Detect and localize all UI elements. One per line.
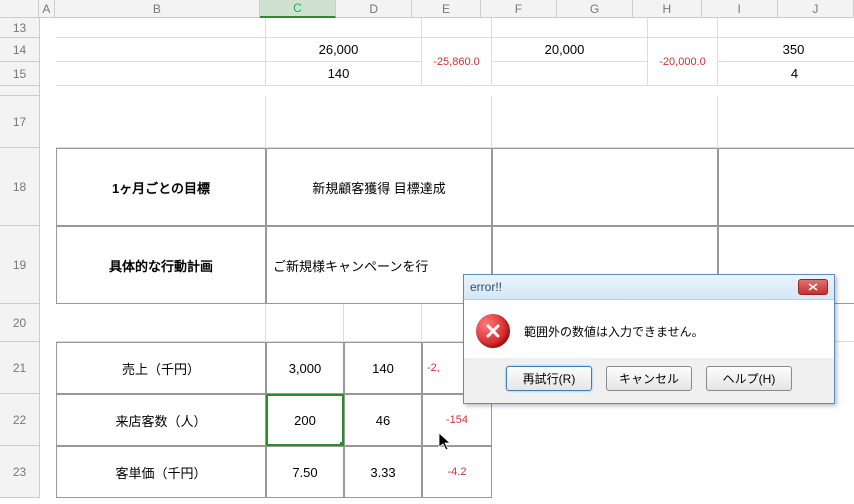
- action-plan-label: 具体的な行動計画: [56, 226, 266, 304]
- actual-lower[interactable]: [492, 62, 648, 86]
- retry-button[interactable]: 再試行(R): [506, 366, 592, 391]
- gap-row: [56, 86, 854, 96]
- row-col-corner[interactable]: [0, 0, 39, 18]
- dialog-message: 範囲外の数値は入力できません。: [524, 323, 704, 340]
- goal-lower[interactable]: 20,000: [492, 38, 648, 62]
- metric-sales-goal[interactable]: 3,000: [266, 342, 344, 394]
- row-22[interactable]: 22: [0, 394, 40, 446]
- col-J[interactable]: J: [778, 0, 854, 18]
- metric-unit-actual[interactable]: 3.33: [344, 446, 422, 498]
- diff-lower-value: -20,000.0: [659, 56, 705, 68]
- month-jul: 7月: [266, 96, 492, 148]
- dialog-buttons: 再試行(R) キャンセル ヘルプ(H): [464, 358, 834, 403]
- dialog-body: 範囲外の数値は入力できません。: [464, 300, 834, 358]
- row-23[interactable]: 23: [0, 446, 40, 498]
- actual-upper[interactable]: 140: [266, 62, 422, 86]
- col-E[interactable]: E: [412, 0, 480, 18]
- col-F[interactable]: F: [481, 0, 557, 18]
- dialog-title: error!!: [470, 280, 502, 294]
- row-19[interactable]: 19: [0, 226, 40, 304]
- col-B[interactable]: B: [55, 0, 260, 18]
- row-15[interactable]: 15: [0, 62, 40, 86]
- col-C[interactable]: C: [260, 0, 336, 18]
- header-sales-upper: 売上（上代）: [266, 18, 422, 38]
- cancel-button[interactable]: キャンセル: [606, 366, 692, 391]
- close-button[interactable]: [798, 279, 828, 295]
- col-G[interactable]: G: [557, 0, 633, 18]
- diff-upper-cell: -25,860.0: [422, 38, 492, 86]
- help-button[interactable]: ヘルプ(H): [706, 366, 792, 391]
- header-corner: [56, 18, 266, 38]
- diff-upper-value: -25,860.0: [433, 56, 479, 68]
- header-visitors: 来店客数: [718, 18, 854, 38]
- row-14[interactable]: 14: [0, 38, 40, 62]
- month-corner: [56, 96, 266, 148]
- col-H[interactable]: H: [633, 0, 701, 18]
- row-18[interactable]: 18: [0, 148, 40, 226]
- monthly-goal-label: 1ヶ月ごとの目標: [56, 148, 266, 226]
- monthly-goal-aug[interactable]: [492, 148, 718, 226]
- header-diff1: 差: [422, 18, 492, 38]
- close-icon: [808, 283, 818, 291]
- error-dialog: error!! 範囲外の数値は入力できません。 再試行(R) キャンセル ヘルプ…: [463, 274, 835, 404]
- header-sales-lower: 売上（下代）: [492, 18, 648, 38]
- col-A-gutter: [40, 18, 56, 498]
- goal-visitors[interactable]: 350: [718, 38, 854, 62]
- row-21[interactable]: 21: [0, 342, 40, 394]
- mouse-cursor-icon: [438, 432, 454, 457]
- row-13[interactable]: 13: [0, 18, 40, 38]
- row-17[interactable]: 17: [0, 96, 40, 148]
- column-headers[interactable]: A B C D E F G H I J: [0, 0, 854, 18]
- metric-unit-label: 客単価（千円）: [56, 446, 266, 498]
- goal-upper[interactable]: 26,000: [266, 38, 422, 62]
- subh-goal: 目標: [266, 304, 344, 342]
- action-plan-jul[interactable]: ご新規様キャンペーンを行: [266, 226, 492, 304]
- actual-visitors[interactable]: 4: [718, 62, 854, 86]
- month-aug: 8月: [492, 96, 718, 148]
- col-D[interactable]: D: [336, 0, 412, 18]
- header-diff2: 差: [648, 18, 718, 38]
- subheader-corner: [56, 304, 266, 342]
- row-16-gap[interactable]: [0, 86, 40, 96]
- month-sep: 9月: [718, 96, 854, 148]
- monthly-goal-sep[interactable]: [718, 148, 854, 226]
- col-A[interactable]: A: [39, 0, 55, 18]
- metric-visitors-label: 来店客数（人）: [56, 394, 266, 446]
- monthly-goal-jul[interactable]: 新規顧客獲得 目標達成: [266, 148, 492, 226]
- metric-sales-actual[interactable]: 140: [344, 342, 422, 394]
- goal-label: 目 標: [56, 38, 266, 62]
- diff-lower-cell: -20,000.0: [648, 38, 718, 86]
- error-icon: [476, 314, 510, 348]
- metric-unit-diff: -4.2: [422, 446, 492, 498]
- dialog-titlebar[interactable]: error!!: [464, 275, 834, 300]
- row-20[interactable]: 20: [0, 304, 40, 342]
- metric-visitors-goal[interactable]: 200: [266, 394, 344, 446]
- col-I[interactable]: I: [702, 0, 778, 18]
- actual-label: 実 績: [56, 62, 266, 86]
- metric-sales-label: 売上（千円）: [56, 342, 266, 394]
- subh-actual: 実績: [344, 304, 422, 342]
- metric-visitors-actual[interactable]: 46: [344, 394, 422, 446]
- metric-unit-goal[interactable]: 7.50: [266, 446, 344, 498]
